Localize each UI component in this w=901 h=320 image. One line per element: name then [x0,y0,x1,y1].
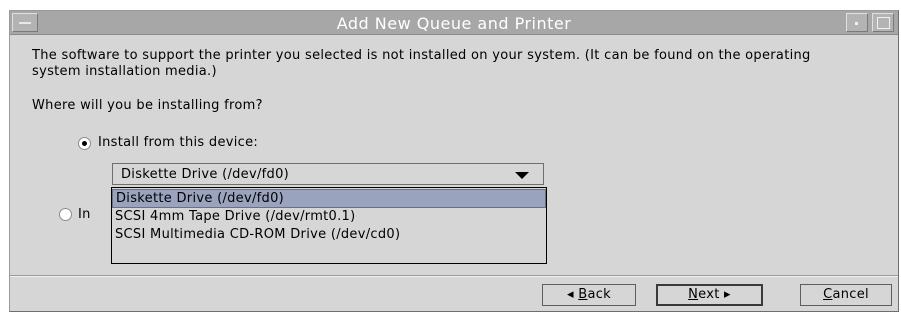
chevron-down-icon[interactable] [515,172,529,179]
title-bar[interactable]: Add New Queue and Printer [10,11,898,35]
next-mnemonic: N [688,287,699,302]
next-button[interactable]: Next ▸ [656,284,763,306]
back-label: ack [587,287,612,302]
install-source-question: Where will you be installing from? [32,98,263,113]
back-button[interactable]: ◂ Back [542,284,636,306]
window-title: Add New Queue and Printer [336,14,572,33]
maximize-button[interactable] [872,13,894,32]
button-bar: ◂ Back Next ▸ Cancel [10,277,898,311]
info-message: The software to support the printer you … [32,48,811,79]
install-other-radio[interactable] [59,208,72,221]
device-select[interactable]: Diskette Drive (/dev/fd0) [112,163,544,185]
install-other-label[interactable]: In [78,207,91,222]
back-arrow-icon: ◂ [566,287,574,302]
cancel-button[interactable]: Cancel [800,284,892,306]
maximize-icon [877,17,890,29]
dropdown-option-tape[interactable]: SCSI 4mm Tape Drive (/dev/rmt0.1) [112,208,546,227]
device-select-value: Diskette Drive (/dev/fd0) [121,167,290,182]
cancel-label: ancel [832,287,869,302]
minimize-icon [855,22,858,25]
install-from-device-label[interactable]: Install from this device: [98,135,258,150]
dialog-content: The software to support the printer you … [10,35,898,275]
next-label: ext [698,287,720,302]
device-dropdown-list[interactable]: Diskette Drive (/dev/fd0) SCSI 4mm Tape … [111,187,547,264]
dialog-window: Add New Queue and Printer The software t… [0,0,901,320]
install-from-device-radio[interactable] [78,137,91,150]
minimize-button[interactable] [846,13,868,32]
dropdown-option-cdrom[interactable]: SCSI Multimedia CD-ROM Drive (/dev/cd0) [112,226,546,245]
next-arrow-icon: ▸ [724,287,731,302]
dropdown-option-diskette[interactable]: Diskette Drive (/dev/fd0) [112,189,546,208]
